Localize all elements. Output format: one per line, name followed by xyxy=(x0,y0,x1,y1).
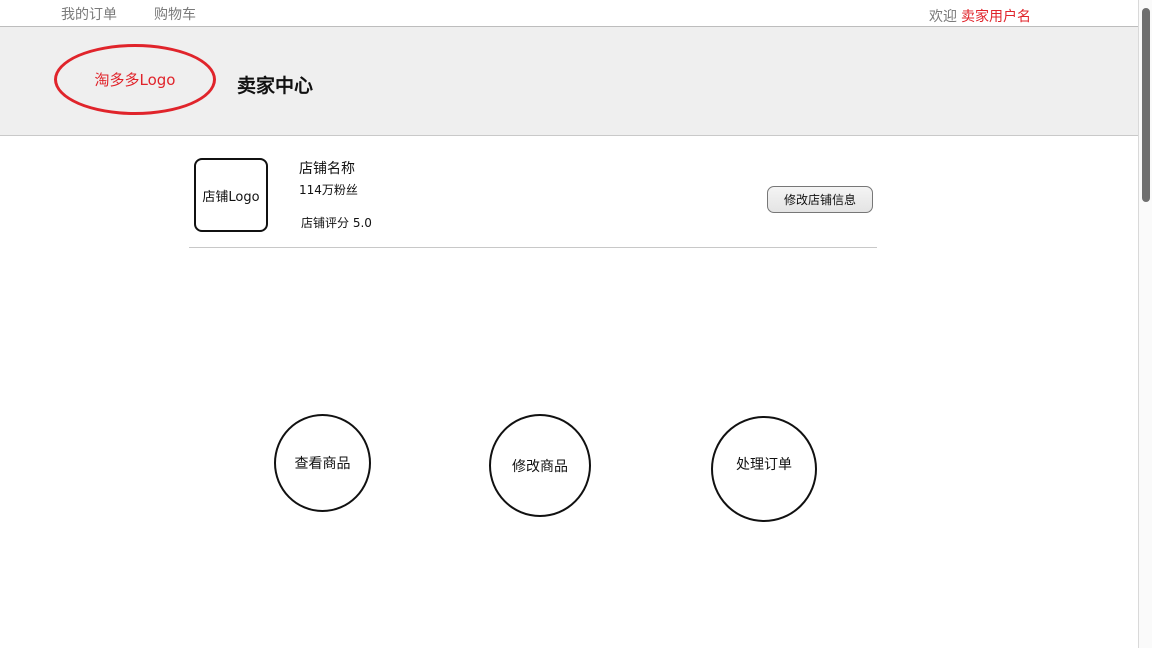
cart-link[interactable]: 购物车 xyxy=(154,4,196,24)
store-fans-count: 114万粉丝 xyxy=(299,183,358,197)
handle-orders-button[interactable]: 处理订单 xyxy=(711,416,817,522)
view-products-button[interactable]: 查看商品 xyxy=(274,414,371,512)
store-name: 店铺名称 xyxy=(299,161,355,177)
seller-header: 淘多多Logo 卖家中心 xyxy=(0,27,1138,136)
top-bar: 我的订单 购物车 欢迎 卖家用户名 xyxy=(0,0,1138,27)
store-logo: 店铺Logo xyxy=(194,158,268,232)
store-rating: 店铺评分 5.0 xyxy=(301,216,372,230)
edit-products-button[interactable]: 修改商品 xyxy=(489,414,591,517)
page-title: 卖家中心 xyxy=(237,75,314,97)
username-link[interactable]: 卖家用户名 xyxy=(961,9,1031,25)
site-logo[interactable]: 淘多多Logo xyxy=(54,44,216,115)
divider xyxy=(189,247,877,248)
edit-store-info-button[interactable]: 修改店铺信息 xyxy=(767,186,873,213)
my-orders-link[interactable]: 我的订单 xyxy=(61,4,117,24)
scrollbar-thumb[interactable] xyxy=(1142,8,1150,202)
welcome-message: 欢迎 卖家用户名 xyxy=(929,6,1031,26)
welcome-label: 欢迎 xyxy=(929,9,957,25)
